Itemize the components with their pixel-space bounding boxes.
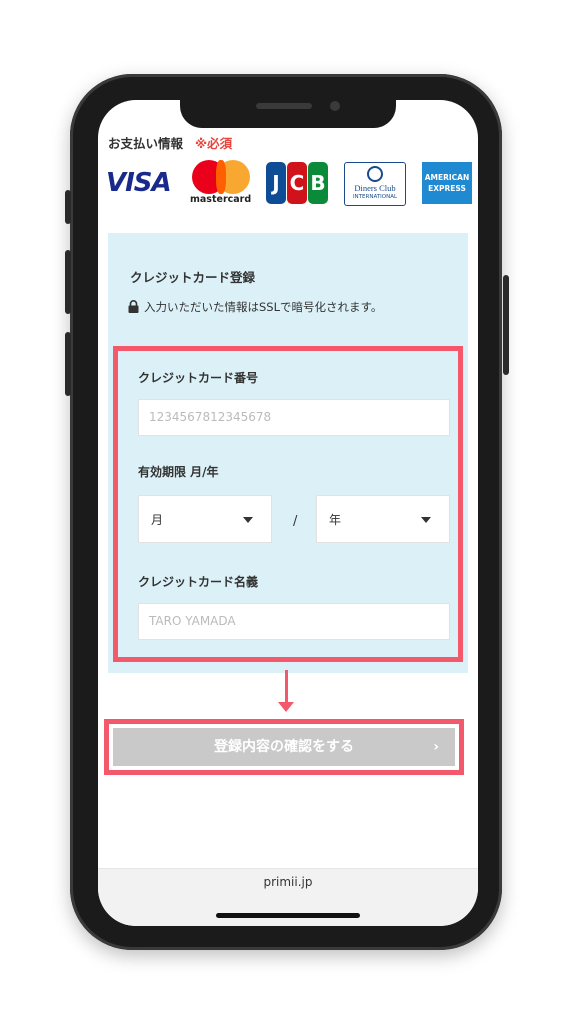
confirm-button-label: 登録内容の確認をする bbox=[214, 739, 354, 755]
card-number-input[interactable]: 1234567812345678 bbox=[138, 399, 450, 436]
url-text[interactable]: primii.jp bbox=[98, 875, 478, 889]
dropdown-arrow-icon bbox=[243, 517, 253, 523]
amex-text-1: AMERICAN bbox=[424, 173, 470, 182]
speaker bbox=[256, 103, 312, 109]
power-button bbox=[503, 275, 509, 375]
diners-club-logo: Diners Club INTERNATIONAL bbox=[344, 162, 406, 206]
ssl-note-text: 入力いただいた情報はSSLで暗号化されます。 bbox=[144, 300, 383, 314]
amex-logo: AMERICAN EXPRESS bbox=[422, 162, 472, 204]
card-brand-logos: VISA mastercard J C B Diners Club INTERN… bbox=[106, 160, 472, 208]
expiry-separator: / bbox=[293, 514, 298, 529]
jcb-letter-b: B bbox=[308, 162, 328, 204]
month-value: 月 bbox=[151, 513, 164, 527]
browser-address-bar: primii.jp bbox=[98, 868, 478, 926]
confirm-registration-button[interactable]: 登録内容の確認をする › bbox=[113, 728, 455, 766]
mastercard-text: mastercard bbox=[190, 194, 252, 205]
confirm-button-highlight: 登録内容の確認をする › bbox=[104, 719, 464, 775]
silent-switch bbox=[65, 190, 71, 224]
volume-down-button bbox=[65, 332, 71, 396]
card-name-label: クレジットカード名義 bbox=[138, 575, 259, 589]
dropdown-arrow-icon bbox=[421, 517, 431, 523]
expiry-label: 有効期限 月/年 bbox=[138, 465, 219, 479]
volume-up-button bbox=[65, 250, 71, 314]
jcb-logo: J C B bbox=[266, 162, 330, 204]
expiry-month-select[interactable]: 月 bbox=[138, 495, 272, 543]
ssl-note: 入力いただいた情報はSSLで暗号化されます。 bbox=[128, 299, 382, 315]
chevron-right-icon: › bbox=[433, 739, 439, 755]
payment-title-text: お支払い情報 bbox=[108, 136, 184, 151]
notch bbox=[180, 100, 396, 128]
card-input-highlight: クレジットカード番号 1234567812345678 有効期限 月/年 月 /… bbox=[113, 346, 463, 662]
card-name-input[interactable]: TARO YAMADA bbox=[138, 603, 450, 640]
card-number-label: クレジットカード番号 bbox=[138, 371, 259, 385]
credit-card-form-panel: クレジットカード登録 入力いただいた情報はSSLで暗号化されます。 クレジットカ… bbox=[108, 233, 468, 673]
phone-screen: お支払い情報 ※必須 VISA mastercard J C B Diners C… bbox=[98, 100, 478, 926]
visa-logo: VISA bbox=[106, 168, 172, 198]
annotation-arrow-line bbox=[285, 670, 288, 705]
diners-text-2: INTERNATIONAL bbox=[352, 194, 398, 200]
payment-section-title: お支払い情報 ※必須 bbox=[108, 133, 232, 152]
diners-text-1: Diners Club bbox=[354, 183, 396, 193]
year-value: 年 bbox=[329, 513, 342, 527]
annotation-arrow-head bbox=[278, 702, 294, 712]
home-indicator[interactable] bbox=[216, 913, 360, 918]
camera bbox=[330, 101, 340, 111]
amex-text-2: EXPRESS bbox=[428, 184, 466, 193]
jcb-letter-c: C bbox=[287, 162, 307, 204]
required-label: ※必須 bbox=[195, 136, 233, 151]
mastercard-logo: mastercard bbox=[190, 160, 252, 206]
jcb-letter-j: J bbox=[266, 162, 286, 204]
form-title: クレジットカード登録 bbox=[130, 270, 256, 285]
expiry-year-select[interactable]: 年 bbox=[316, 495, 450, 543]
lock-icon bbox=[128, 300, 139, 313]
